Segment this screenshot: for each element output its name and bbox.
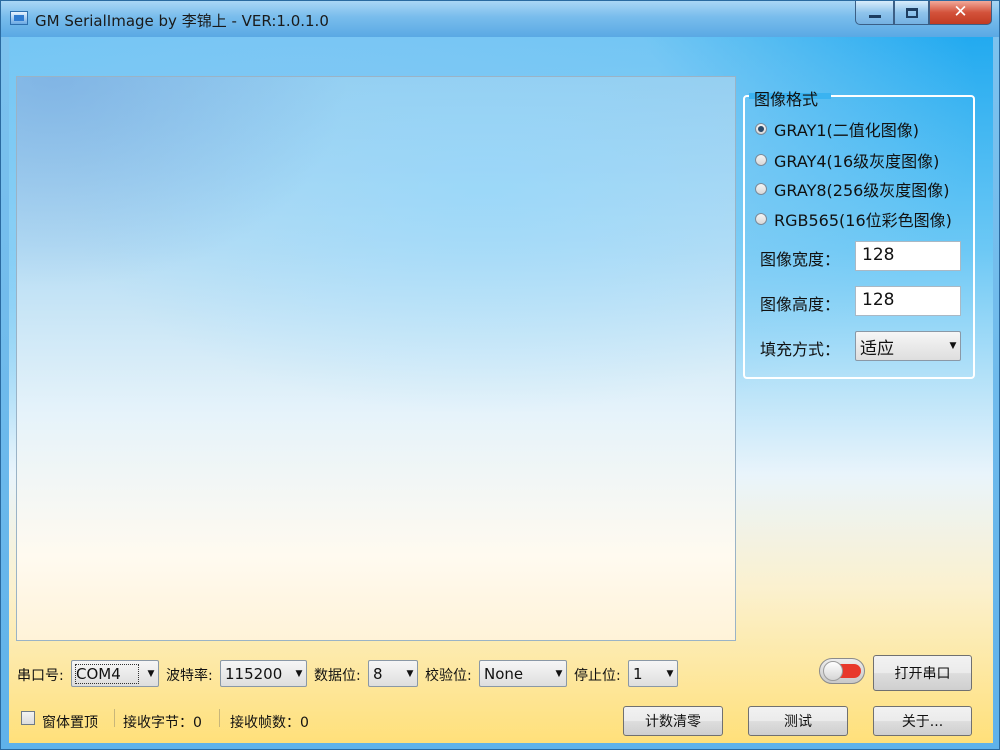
app-icon: [10, 11, 28, 25]
fill-mode-label: 填充方式：: [760, 340, 841, 359]
fill-mode-value: 适应: [860, 338, 894, 359]
open-port-button[interactable]: 打开串口: [873, 655, 972, 691]
clear-count-button[interactable]: 计数清零: [623, 706, 723, 736]
radio-checked-icon: [755, 123, 767, 135]
radio-unchecked-icon: [755, 183, 767, 195]
fill-mode-select[interactable]: 适应 ▼: [855, 331, 961, 361]
parity-value: None: [484, 664, 524, 683]
radio-gray1[interactable]: GRAY1(二值化图像): [755, 118, 919, 140]
port-label: 串口号:: [17, 668, 64, 684]
baud-value: 115200: [225, 664, 283, 683]
toggle-knob: [823, 661, 843, 681]
databits-label: 数据位:: [314, 668, 361, 684]
topmost-checkbox[interactable]: [21, 711, 35, 725]
radio-rgb565-label: RGB565(16位彩色图像): [774, 211, 952, 230]
received-frames: 接收帧数：0: [230, 715, 309, 731]
image-height-input[interactable]: 128: [855, 286, 961, 316]
status-separator: [114, 709, 115, 727]
image-format-title: 图像格式: [754, 90, 819, 109]
stopbits-value: 1: [633, 664, 643, 683]
chevron-down-icon: ▼: [295, 668, 303, 679]
main-window: GM SerialImage by 李锦上 - VER:1.0.1.0 ✕ 图像…: [0, 0, 1000, 750]
close-button[interactable]: ✕: [929, 1, 992, 25]
radio-gray4-label: GRAY4(16级灰度图像): [774, 152, 940, 171]
parity-select[interactable]: None ▼: [479, 660, 567, 687]
stopbits-select[interactable]: 1 ▼: [628, 660, 678, 687]
radio-gray1-label: GRAY1(二值化图像): [774, 121, 920, 140]
window-title: GM SerialImage by 李锦上 - VER:1.0.1.0: [35, 12, 329, 30]
received-bytes: 接收字节：0: [123, 715, 202, 731]
databits-select[interactable]: 8 ▼: [368, 660, 418, 687]
image-width-input[interactable]: 128: [855, 241, 961, 271]
client-area: 图像格式 GRAY1(二值化图像) GRAY4(16级灰度图像) GRAY8(2…: [9, 37, 993, 743]
parity-label: 校验位:: [425, 668, 472, 684]
chevron-down-icon: ▼: [406, 668, 414, 679]
maximize-button[interactable]: [894, 1, 929, 25]
port-select[interactable]: COM4 ▼: [71, 660, 159, 687]
radio-gray8[interactable]: GRAY8(256级灰度图像): [755, 178, 950, 200]
chevron-down-icon: ▼: [666, 668, 674, 679]
minimize-button[interactable]: [855, 1, 894, 25]
test-button[interactable]: 测试: [748, 706, 848, 736]
chevron-down-icon: ▼: [147, 668, 155, 679]
maximize-icon: [905, 7, 918, 18]
databits-value: 8: [373, 664, 383, 683]
radio-unchecked-icon: [755, 213, 767, 225]
chevron-down-icon: ▼: [555, 668, 563, 679]
chevron-down-icon: ▼: [949, 341, 957, 351]
port-status-toggle[interactable]: [819, 658, 865, 684]
stopbits-label: 停止位:: [574, 668, 621, 684]
port-value: COM4: [75, 663, 139, 684]
baud-select[interactable]: 115200 ▼: [220, 660, 307, 687]
radio-gray4[interactable]: GRAY4(16级灰度图像): [755, 149, 939, 171]
radio-rgb565[interactable]: RGB565(16位彩色图像): [755, 208, 952, 230]
title-bar[interactable]: GM SerialImage by 李锦上 - VER:1.0.1.0 ✕: [1, 1, 999, 37]
image-height-label: 图像高度：: [760, 295, 841, 314]
about-button[interactable]: 关于...: [873, 706, 972, 736]
topmost-label: 窗体置顶: [42, 715, 98, 731]
image-width-label: 图像宽度：: [760, 250, 841, 269]
radio-gray8-label: GRAY8(256级灰度图像): [774, 181, 950, 200]
close-icon: ✕: [953, 2, 968, 22]
status-separator: [219, 709, 220, 727]
radio-unchecked-icon: [755, 154, 767, 166]
minimize-icon: [868, 15, 881, 18]
baud-label: 波特率:: [166, 668, 213, 684]
image-display: [16, 76, 736, 641]
